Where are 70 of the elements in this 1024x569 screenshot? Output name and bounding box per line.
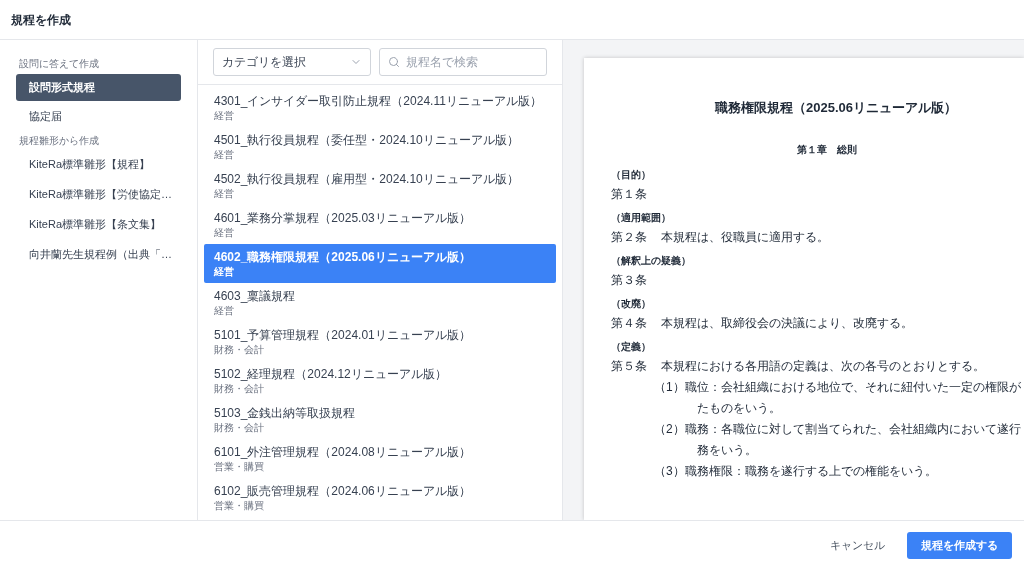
template-item[interactable]: 6101_外注管理規程（2024.08リニューアル版） 営業・購買 (204, 439, 556, 478)
sidebar-item[interactable]: KiteRa標準雛形【規程】 (16, 151, 181, 178)
item-marker: （2） (654, 420, 685, 438)
dialog-title: 規程を作成 (11, 11, 71, 29)
item-text: 務をいう。 (696, 441, 758, 459)
item-text: 職務権限：職務を遂行する上での権能をいう。 (684, 462, 937, 480)
template-item[interactable]: 5101_予算管理規程（2024.01リニューアル版） 財務・会計 (204, 322, 556, 361)
item-marker: （1） (654, 378, 685, 396)
template-item[interactable]: 4602_職務権限規程（2025.06リニューアル版） 経営 (204, 244, 556, 283)
template-name: 5102_経理規程（2024.12リニューアル版） (214, 366, 448, 382)
article-text: 本規程は、役職員に適用する。 (661, 228, 829, 246)
article-number: 第３条 (611, 271, 647, 289)
template-item[interactable]: 4601_業務分掌規程（2025.03リニューアル版） 経営 (204, 205, 556, 244)
template-item[interactable]: 5103_金銭出納等取扱規程 財務・会計 (204, 400, 556, 439)
template-item[interactable]: 4301_インサイダー取引防止規程（2024.11リニューアル版） 経営 (204, 88, 556, 127)
template-item[interactable]: 6102_販売管理規程（2024.06リニューアル版） 営業・購買 (204, 478, 556, 517)
template-item[interactable]: 4502_執行役員規程（雇用型・2024.10リニューアル版） 経営 (204, 166, 556, 205)
chapter-heading: 第１章 総則 (797, 142, 858, 157)
template-category: 経営 (214, 148, 235, 161)
template-category: 営業・購買 (214, 499, 265, 512)
template-category: 営業・購買 (214, 460, 265, 473)
sidebar-item[interactable]: KiteRa標準雛形【条文集】 (16, 211, 181, 238)
create-button[interactable]: 規程を作成する (907, 531, 1012, 559)
section-heading: 規程雛形から作成 (18, 134, 100, 148)
sidebar-item[interactable]: 設問形式規程 (16, 74, 181, 101)
sidebar-item[interactable]: 協定届 (16, 103, 181, 130)
sidebar-item[interactable]: 向井蘭先生規程例（出典「… (16, 241, 181, 268)
article-text: 本規程における各用語の定義は、次の各号のとおりとする。 (661, 357, 985, 375)
document-title: 職務権限規程（2025.06リニューアル版） (715, 99, 958, 117)
template-category: 財務・会計 (214, 382, 265, 395)
item-text: たものをいう。 (696, 399, 782, 417)
search-icon (388, 56, 400, 68)
template-name: 4602_職務権限規程（2025.06リニューアル版） (214, 249, 472, 265)
template-item[interactable]: 5102_経理規程（2024.12リニューアル版） 財務・会計 (204, 361, 556, 400)
article-text: 本規程は、取締役会の決議により、改廃する。 (661, 314, 913, 332)
template-name: 4601_業務分掌規程（2025.03リニューアル版） (214, 210, 472, 226)
template-name: 4501_執行役員規程（委任型・2024.10リニューアル版） (214, 132, 520, 148)
article-caption: （適用範囲） (611, 210, 672, 225)
template-item[interactable]: 4603_稟議規程 経営 (204, 283, 556, 322)
article-number: 第１条 (611, 185, 647, 203)
template-name: 4603_稟議規程 (214, 288, 297, 304)
template-category: 財務・会計 (214, 343, 265, 356)
section-heading: 設問に答えて作成 (18, 57, 100, 71)
template-name: 4502_執行役員規程（雇用型・2024.10リニューアル版） (214, 171, 520, 187)
template-item[interactable]: 4501_執行役員規程（委任型・2024.10リニューアル版） 経営 (204, 127, 556, 166)
template-category: 経営 (214, 226, 235, 239)
cancel-button[interactable]: キャンセル (820, 531, 895, 559)
sidebar-item[interactable]: KiteRa標準雛形【労使協定… (16, 181, 181, 208)
template-category: 経営 (214, 304, 235, 317)
template-category: 経営 (214, 265, 235, 278)
template-name: 6101_外注管理規程（2024.08リニューアル版） (214, 444, 472, 460)
article-caption: （解釈上の疑義） (611, 253, 692, 268)
article-caption: （目的） (611, 167, 652, 182)
article-number: 第４条 (611, 314, 647, 332)
item-marker: （3） (654, 462, 685, 480)
template-category: 財務・会計 (214, 421, 265, 434)
item-text: 職位：会社組織における地位で、それに紐付いた一定の権限が (684, 378, 1021, 396)
category-select[interactable]: カテゴリを選択 (213, 48, 371, 76)
article-number: 第５条 (611, 357, 647, 375)
article-caption: （改廃） (611, 296, 652, 311)
article-number: 第２条 (611, 228, 647, 246)
template-name: 5101_予算管理規程（2024.01リニューアル版） (214, 327, 472, 343)
search-field[interactable]: 規程名で検索 (379, 48, 547, 76)
template-name: 6102_販売管理規程（2024.06リニューアル版） (214, 483, 472, 499)
template-name: 4301_インサイダー取引防止規程（2024.11リニューアル版） (214, 93, 543, 109)
item-text: 職務：各職位に対して割当てられた、会社組織内において遂行 (684, 420, 1021, 438)
template-category: 経営 (214, 187, 235, 200)
template-category: 経営 (214, 109, 235, 122)
article-caption: （定義） (611, 339, 652, 354)
template-name: 5103_金銭出納等取扱規程 (214, 405, 357, 421)
